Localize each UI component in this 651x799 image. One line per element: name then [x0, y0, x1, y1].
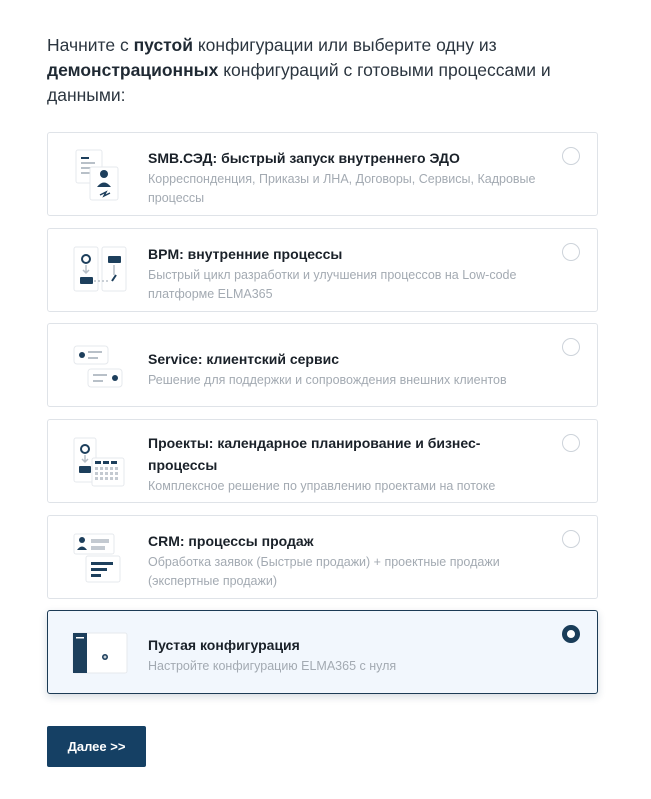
option-description: Решение для поддержки и сопровождения вн… [148, 373, 507, 387]
option-title: SMB.СЭД: быстрый запуск внутреннего ЭДО [148, 150, 460, 166]
radio-empty-config[interactable] [562, 625, 580, 643]
option-title: BPM: внутренние процессы [148, 246, 343, 262]
option-title: Пустая конфигурация [148, 637, 300, 653]
option-empty-config[interactable]: Пустая конфигурация Настройте конфигурац… [47, 610, 598, 694]
radio-smb-sed[interactable] [562, 147, 580, 165]
intro-part-2: конфигурации или выберите одну из [192, 35, 497, 55]
blank-config-icon [70, 623, 130, 683]
option-description: Настройте конфигурацию ELMA365 с нуля [148, 659, 397, 673]
option-bpm[interactable]: BPM: внутренние процессы Быстрый цикл ра… [47, 228, 598, 312]
option-crm[interactable]: CRM: процессы продаж Обработка заявок (Б… [47, 515, 598, 599]
intro-bold-empty: пустой [133, 35, 193, 55]
radio-crm[interactable] [562, 530, 580, 548]
option-description: Обработка заявок (Быстрые продажи) + про… [148, 555, 500, 588]
config-selection-page: Начните с пустой конфигурации или выбери… [0, 0, 651, 799]
crm-contact-icon [70, 528, 130, 588]
option-projects[interactable]: Проекты: календарное планирование и бизн… [47, 419, 598, 503]
document-signature-icon [70, 145, 130, 205]
radio-service[interactable] [562, 338, 580, 356]
option-title: Service: клиентский сервис [148, 351, 339, 367]
option-description: Быстрый цикл разработки и улучшения проц… [148, 268, 517, 301]
next-button[interactable]: Далее >> [47, 726, 146, 767]
radio-bpm[interactable] [562, 243, 580, 261]
option-description: Корреспонденция, Приказы и ЛНА, Договоры… [148, 172, 536, 205]
option-service[interactable]: Service: клиентский сервис Решение для п… [47, 323, 598, 407]
option-title: CRM: процессы продаж [148, 533, 314, 549]
process-flow-icon [70, 241, 130, 301]
chat-bubbles-icon [70, 336, 130, 396]
option-title: Проекты: календарное планирование и бизн… [148, 435, 481, 473]
option-description: Комплексное решение по управлению проект… [148, 479, 496, 493]
intro-bold-demo: демонстрационных [47, 60, 219, 80]
radio-projects[interactable] [562, 434, 580, 452]
intro-text: Начните с пустой конфигурации или выбери… [47, 33, 607, 108]
option-smb-sed[interactable]: SMB.СЭД: быстрый запуск внутреннего ЭДО … [47, 132, 598, 216]
project-calendar-icon [70, 432, 130, 492]
intro-part-1: Начните с [47, 35, 134, 55]
